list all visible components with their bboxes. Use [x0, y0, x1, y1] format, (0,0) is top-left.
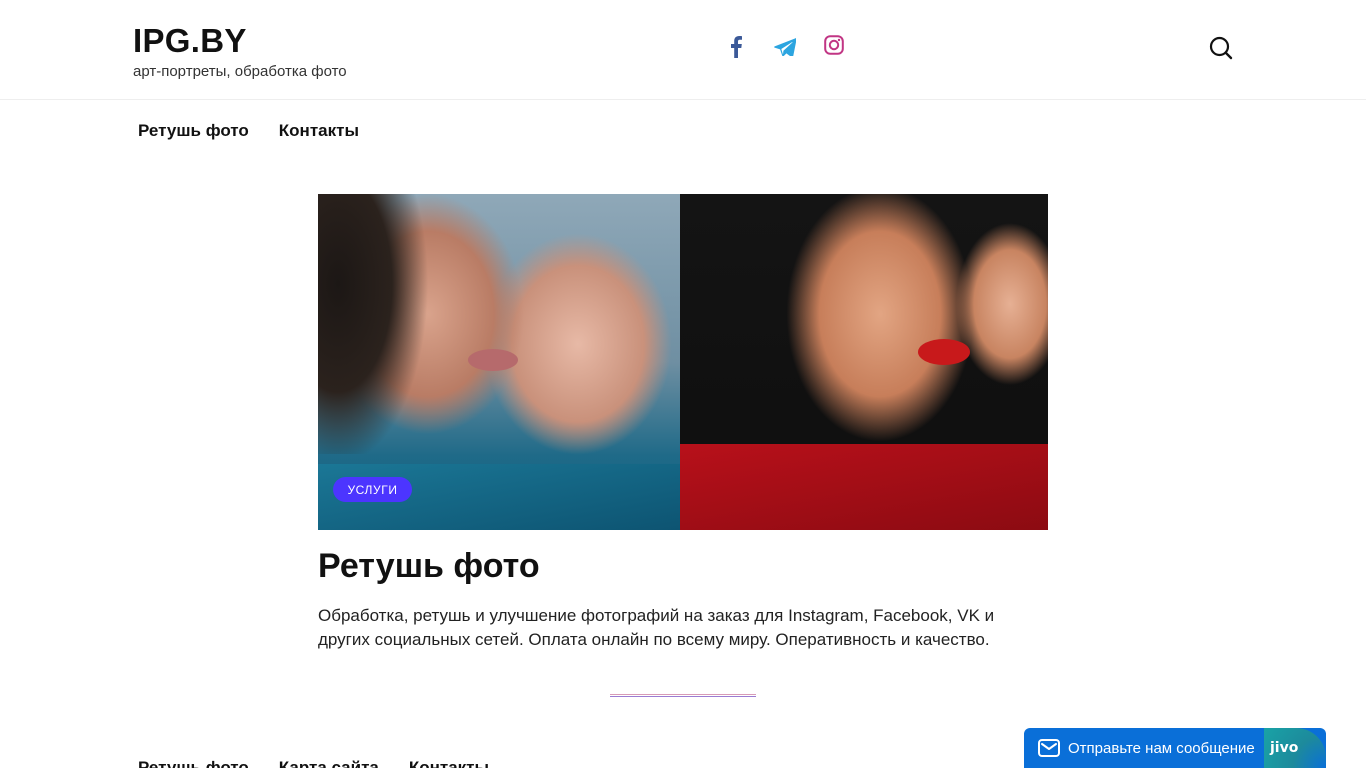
post-featured-image[interactable]: [318, 194, 1048, 530]
facebook-icon[interactable]: [723, 34, 749, 60]
post-excerpt: Обработка, ретушь и улучшение фотографий…: [318, 606, 995, 649]
after-photo: [680, 194, 1048, 530]
footer-nav-item-sitemap[interactable]: Карта сайта: [279, 758, 379, 768]
post-title[interactable]: Ретушь фото: [318, 547, 540, 586]
section-divider: [610, 694, 756, 697]
site-tagline: арт-портреты, обработка фото: [133, 63, 347, 80]
jivo-logo: jivo: [1270, 740, 1299, 756]
site-header: IPG.BY арт-портреты, обработка фото: [0, 0, 1366, 100]
mail-icon: [1038, 739, 1060, 757]
category-badge[interactable]: УСЛУГИ: [333, 477, 412, 502]
footer-nav: Ретушь фото Карта сайта Контакты: [138, 758, 489, 768]
chat-label: Отправьте нам сообщение: [1068, 740, 1255, 757]
nav-item-contacts[interactable]: Контакты: [279, 121, 359, 141]
site-logo[interactable]: IPG.BY: [133, 22, 247, 60]
nav-item-retouch[interactable]: Ретушь фото: [138, 121, 249, 141]
instagram-icon[interactable]: [821, 32, 847, 58]
chat-widget-button[interactable]: Отправьте нам сообщение jivo: [1024, 728, 1326, 768]
main-nav: Ретушь фото Контакты: [138, 121, 359, 141]
search-icon[interactable]: [1207, 34, 1235, 62]
telegram-icon[interactable]: [772, 34, 798, 60]
footer-nav-item-contacts[interactable]: Контакты: [409, 758, 489, 768]
footer-nav-item-retouch[interactable]: Ретушь фото: [138, 758, 249, 768]
